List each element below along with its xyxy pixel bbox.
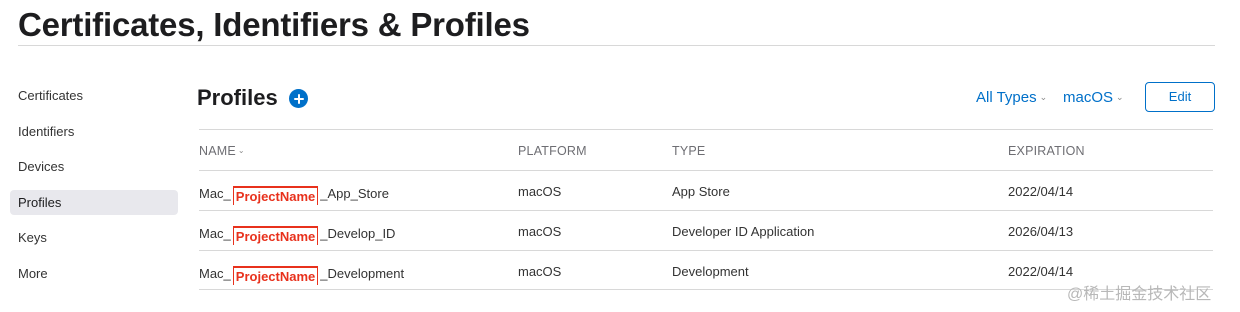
platform-filter-dropdown[interactable]: macOS ⌄ [1063,89,1124,106]
sidebar-item-devices[interactable]: Devices [10,154,178,179]
profile-name[interactable]: Mac_ ProjectName _Develop_ID [199,224,396,245]
column-header-name-label: NAME [199,144,236,158]
profile-name[interactable]: Mac_ ProjectName _App_Store [199,184,389,205]
profile-name-prefix: Mac_ [199,266,231,281]
profiles-table: NAME ⌄ PLATFORM TYPE EXPIRATION Mac_ Proje… [199,129,1213,290]
profile-name-prefix: Mac_ [199,186,231,201]
section-title: Profiles [197,85,278,110]
profile-name-suffix: _App_Store [320,186,389,201]
watermark: @稀土掘金技术社区 [1067,286,1212,303]
column-header-name[interactable]: NAME ⌄ [199,144,245,158]
profile-type: Development [672,264,749,279]
column-header-type: TYPE [672,144,706,158]
sidebar-item-profiles[interactable]: Profiles [10,189,178,215]
profile-type: Developer ID Application [672,224,815,239]
redaction-overlay: ProjectName [232,186,319,205]
profile-platform: macOS [518,224,562,239]
profile-name-prefix: Mac_ [199,226,231,241]
profile-platform: macOS [518,184,562,199]
redaction-overlay: ProjectName [232,266,319,285]
sidebar-item-certificates[interactable]: Certificates [10,83,178,108]
sidebar-item-keys[interactable]: Keys [10,225,178,250]
profile-expiration: 2026/04/13 [1008,224,1074,239]
chevron-down-icon: ⌄ [1116,92,1124,102]
platform-filter-label: macOS [1063,89,1114,106]
table-row[interactable]: Mac_ ProjectName _Development macOS Develo… [199,250,1213,290]
chevron-down-icon: ⌄ [1039,92,1048,102]
column-header-expiration: EXPIRATION [1008,144,1085,158]
chevron-down-icon: ⌄ [237,146,245,155]
types-filter-label: All Types [976,89,1037,106]
sidebar-item-more[interactable]: More [10,261,178,286]
profile-name[interactable]: Mac_ ProjectName _Development [199,264,405,285]
edit-button[interactable]: Edit [1145,82,1215,112]
profile-name-suffix: _Development [320,266,405,281]
table-header: NAME ⌄ PLATFORM TYPE EXPIRATION [199,130,1213,170]
profile-name-suffix: _Develop_ID [320,226,396,241]
sidebar-item-identifiers[interactable]: Identifiers [10,119,178,144]
column-header-platform: PLATFORM [518,144,587,158]
table-row[interactable]: Mac_ ProjectName _App_Store macOS App Stor… [199,170,1213,210]
title-divider [18,45,1215,46]
profile-platform: macOS [518,264,562,279]
page-title: Certificates, Identifiers & Profiles [18,6,530,43]
redaction-overlay: ProjectName [232,226,319,245]
add-profile-button[interactable] [289,89,308,108]
profile-type: App Store [672,184,730,199]
table-row[interactable]: Mac_ ProjectName _Develop_ID macOS Develop… [199,210,1213,250]
profile-expiration: 2022/04/14 [1008,184,1074,199]
profile-expiration: 2022/04/14 [1008,264,1074,279]
sidebar: Certificates Identifiers Devices Profile… [10,83,178,296]
types-filter-dropdown[interactable]: All Types ⌄ [976,89,1047,106]
